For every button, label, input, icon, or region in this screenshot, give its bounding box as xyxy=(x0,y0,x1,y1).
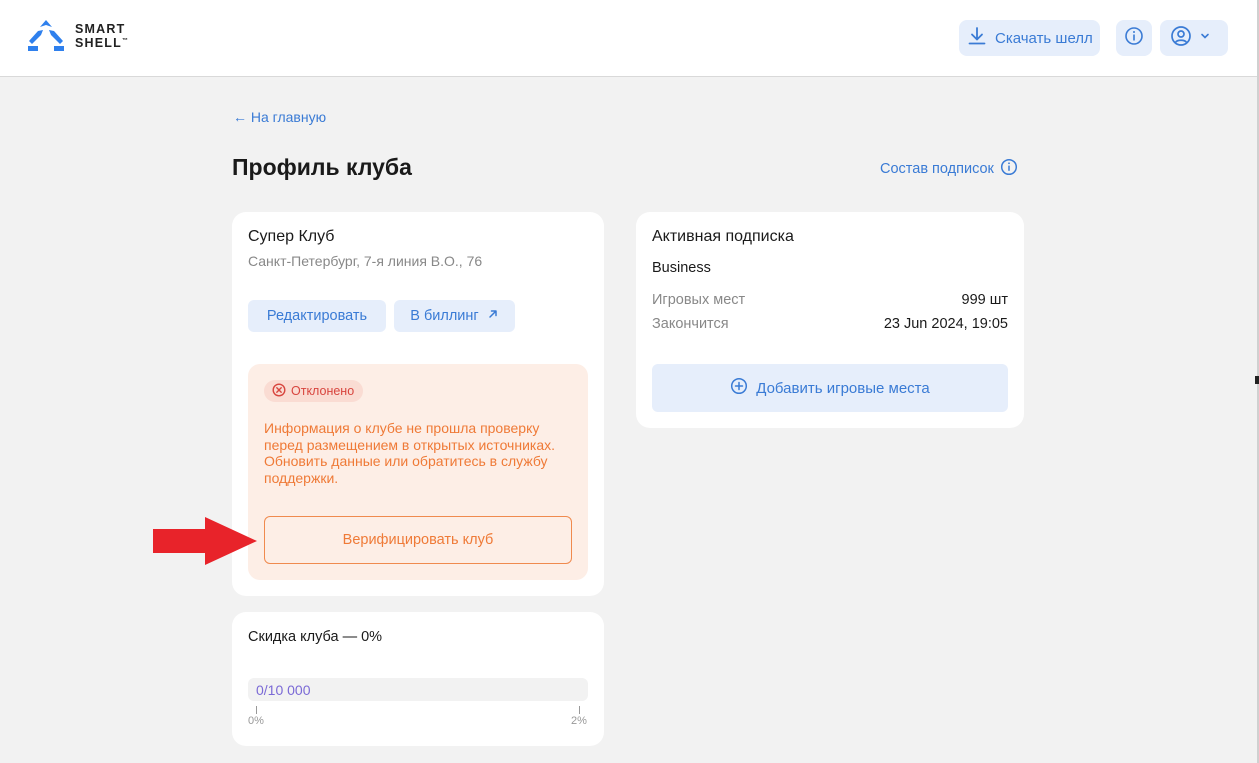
tick-label-max: 2% xyxy=(571,715,587,727)
discount-progress-bar: 0/10 000 xyxy=(248,678,588,701)
info-button[interactable] xyxy=(1116,20,1152,56)
subscriptions-link[interactable]: Состав подписок xyxy=(880,158,1018,180)
expires-value: 23 Jun 2024, 19:05 xyxy=(883,316,1008,332)
club-name: Супер Клуб xyxy=(248,228,335,245)
plus-circle-icon xyxy=(730,377,748,399)
subscription-title: Активная подписка xyxy=(652,228,794,245)
top-header: SMART SHELL™ Скачать шелл xyxy=(0,0,1259,77)
subscription-card: Активная подписка Business Игровых мест … xyxy=(636,212,1024,428)
logo[interactable]: SMART SHELL™ xyxy=(27,20,129,52)
logo-line-2: SHELL™ xyxy=(75,35,130,51)
info-icon xyxy=(1124,26,1144,51)
discount-title: Скидка клуба — 0% xyxy=(248,629,383,645)
discount-card: Скидка клуба — 0% 0/10 000 0% 2% xyxy=(232,612,604,746)
discount-progress-text: 0/10 000 xyxy=(256,682,311,698)
seats-row: Игровых мест 999 шт xyxy=(652,292,1008,308)
back-to-home-link[interactable]: ← На главную xyxy=(233,109,326,125)
smartshell-logo-icon xyxy=(27,20,65,52)
tick-label-min: 0% xyxy=(248,715,264,727)
red-arrow-annotation xyxy=(153,517,257,570)
tick-max xyxy=(579,706,580,714)
status-badge: Отклонено xyxy=(264,380,364,402)
verification-warning: Отклонено Информация о клубе не прошла п… xyxy=(248,364,588,580)
user-avatar-icon xyxy=(1170,25,1192,52)
download-shell-label: Скачать шелл xyxy=(995,29,1093,47)
logo-line-2-text: SHELL xyxy=(75,36,122,51)
resize-cursor-mark xyxy=(1255,376,1259,384)
verify-club-button[interactable]: Верифицировать клуб xyxy=(264,516,572,564)
download-icon xyxy=(967,26,995,50)
logo-line-1: SMART xyxy=(75,21,126,36)
download-shell-button[interactable]: Скачать шелл xyxy=(959,20,1100,56)
billing-button-label: В биллинг xyxy=(410,308,479,324)
page-title: Профиль клуба xyxy=(232,154,412,180)
expires-label: Закончится xyxy=(652,316,729,332)
logo-tm: ™ xyxy=(121,37,130,44)
subscriptions-link-label: Состав подписок xyxy=(880,161,994,177)
chevron-down-icon xyxy=(1198,29,1212,48)
status-badge-label: Отклонено xyxy=(291,384,355,398)
warning-text: Информация о клубе не прошла проверку пе… xyxy=(264,420,555,486)
subscription-plan: Business xyxy=(652,260,711,276)
close-circle-icon xyxy=(272,382,286,400)
club-address: Санкт-Петербург, 7-я линия В.О., 76 xyxy=(248,253,483,269)
seats-label: Игровых мест xyxy=(652,292,746,308)
add-seats-button[interactable]: Добавить игровые места xyxy=(652,364,1008,412)
info-icon xyxy=(1000,158,1018,180)
user-menu-button[interactable] xyxy=(1160,20,1228,56)
expires-row: Закончится 23 Jun 2024, 19:05 xyxy=(652,316,1008,332)
add-seats-label: Добавить игровые места xyxy=(756,379,930,397)
external-arrow-icon xyxy=(487,308,499,324)
club-card: Супер Клуб Санкт-Петербург, 7-я линия В.… xyxy=(232,212,604,596)
seats-value: 999 шт xyxy=(961,292,1009,308)
billing-button[interactable]: В биллинг xyxy=(394,300,515,332)
logo-text: SMART SHELL™ xyxy=(75,21,130,51)
edit-button[interactable]: Редактировать xyxy=(248,300,386,332)
tick-min xyxy=(256,706,257,714)
